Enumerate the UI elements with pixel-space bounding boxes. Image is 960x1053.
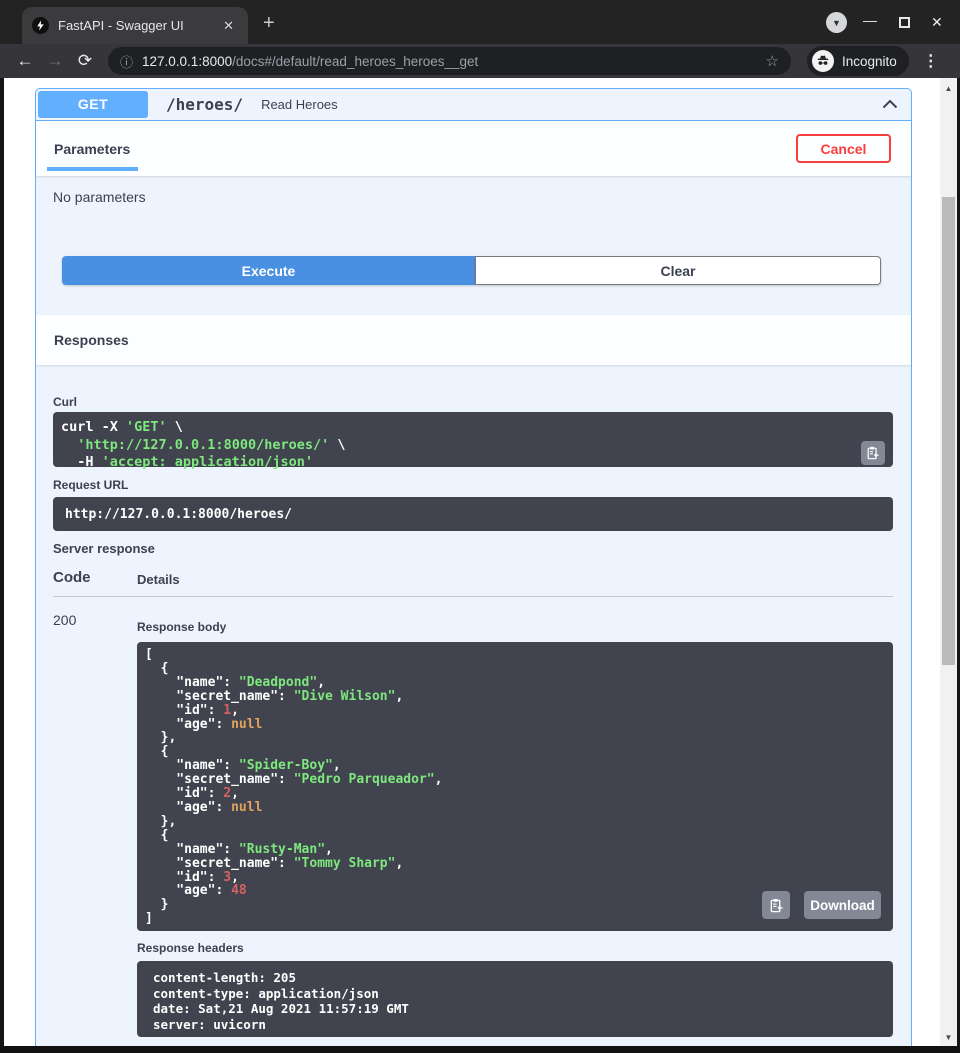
code-column-header: Code xyxy=(53,569,91,586)
table-divider xyxy=(53,596,893,597)
window-minimize-button[interactable]: — xyxy=(863,12,877,28)
http-method-badge: GET xyxy=(38,91,148,118)
incognito-label: Incognito xyxy=(842,54,897,69)
curl-command-code: curl -X 'GET' \ 'http://127.0.0.1:8000/h… xyxy=(53,412,893,467)
site-info-icon[interactable]: ⓘ xyxy=(120,52,133,71)
curl-copy-button[interactable] xyxy=(861,441,885,465)
url-text[interactable]: 127.0.0.1:8000/docs#/default/read_heroes… xyxy=(142,54,760,69)
forward-button-icon[interactable]: → xyxy=(40,51,70,71)
window-maximize-button[interactable] xyxy=(899,17,910,28)
new-tab-button[interactable]: + xyxy=(263,13,275,33)
response-body-code: [ { "name": "Deadpond", "secret_name": "… xyxy=(137,642,893,931)
server-response-label: Server response xyxy=(53,541,155,556)
window-border-left xyxy=(0,78,4,1053)
responses-header: Responses xyxy=(36,315,911,365)
url-host: 127.0.0.1:8000 xyxy=(142,54,232,69)
response-headers-label: Response headers xyxy=(137,941,244,955)
no-parameters-text: No parameters xyxy=(53,189,146,205)
scrollbar-thumb[interactable] xyxy=(942,197,955,665)
back-button-icon[interactable]: ← xyxy=(10,51,40,71)
response-body-label: Response body xyxy=(137,620,226,634)
browser-toolbar: ← → ⟳ ⓘ 127.0.0.1:8000/docs#/default/rea… xyxy=(0,44,960,78)
response-body-copy-button[interactable] xyxy=(762,891,790,919)
incognito-badge: Incognito xyxy=(807,46,909,76)
window-border-bottom xyxy=(0,1046,960,1053)
tab-title: FastAPI - Swagger UI xyxy=(58,18,219,33)
execute-button[interactable]: Execute xyxy=(62,256,475,285)
parameters-tab-underline xyxy=(47,167,138,171)
parameters-header: Parameters Cancel xyxy=(36,121,911,176)
scrollbar-up-arrow-icon[interactable]: ▲ xyxy=(940,80,957,96)
endpoint-summary: Read Heroes xyxy=(261,97,880,112)
url-path: /docs#/default/read_heroes_heroes__get xyxy=(232,54,478,69)
fastapi-favicon-icon xyxy=(32,17,49,34)
request-url-value: http://127.0.0.1:8000/heroes/ xyxy=(53,497,893,531)
request-url-label: Request URL xyxy=(53,478,128,492)
clear-button[interactable]: Clear xyxy=(475,256,881,285)
window-close-button[interactable]: ✕ xyxy=(931,14,943,31)
url-bar[interactable]: ⓘ 127.0.0.1:8000/docs#/default/read_hero… xyxy=(108,47,791,75)
execute-button-row: Execute Clear xyxy=(62,256,881,285)
opblock-summary[interactable]: GET /heroes/ Read Heroes xyxy=(35,88,912,121)
tab-close-icon[interactable]: ✕ xyxy=(219,16,238,36)
browser-tab[interactable]: FastAPI - Swagger UI ✕ xyxy=(22,7,248,44)
scrollbar-down-arrow-icon[interactable]: ▼ xyxy=(940,1029,957,1045)
cancel-button[interactable]: Cancel xyxy=(796,134,891,163)
download-button[interactable]: Download xyxy=(804,891,881,919)
response-headers-code: content-length: 205content-type: applica… xyxy=(137,961,893,1037)
details-column-header: Details xyxy=(137,572,180,587)
tab-strip: FastAPI - Swagger UI ✕ + ▼ — ✕ xyxy=(0,0,960,44)
browser-window: FastAPI - Swagger UI ✕ + ▼ — ✕ ← → ⟳ ⓘ 1… xyxy=(0,0,960,1053)
incognito-icon xyxy=(812,50,834,72)
endpoint-path: /heroes/ xyxy=(166,95,243,114)
responses-title: Responses xyxy=(54,332,129,348)
curl-label: Curl xyxy=(53,395,77,409)
status-code: 200 xyxy=(53,612,76,628)
tab-search-icon[interactable]: ▼ xyxy=(826,12,847,33)
collapse-chevron-icon[interactable] xyxy=(880,94,900,114)
bookmark-star-icon[interactable]: ☆ xyxy=(766,52,779,70)
parameters-tab: Parameters xyxy=(54,141,130,157)
browser-menu-icon[interactable]: ⋮ xyxy=(923,51,939,71)
reload-button-icon[interactable]: ⟳ xyxy=(70,51,100,71)
